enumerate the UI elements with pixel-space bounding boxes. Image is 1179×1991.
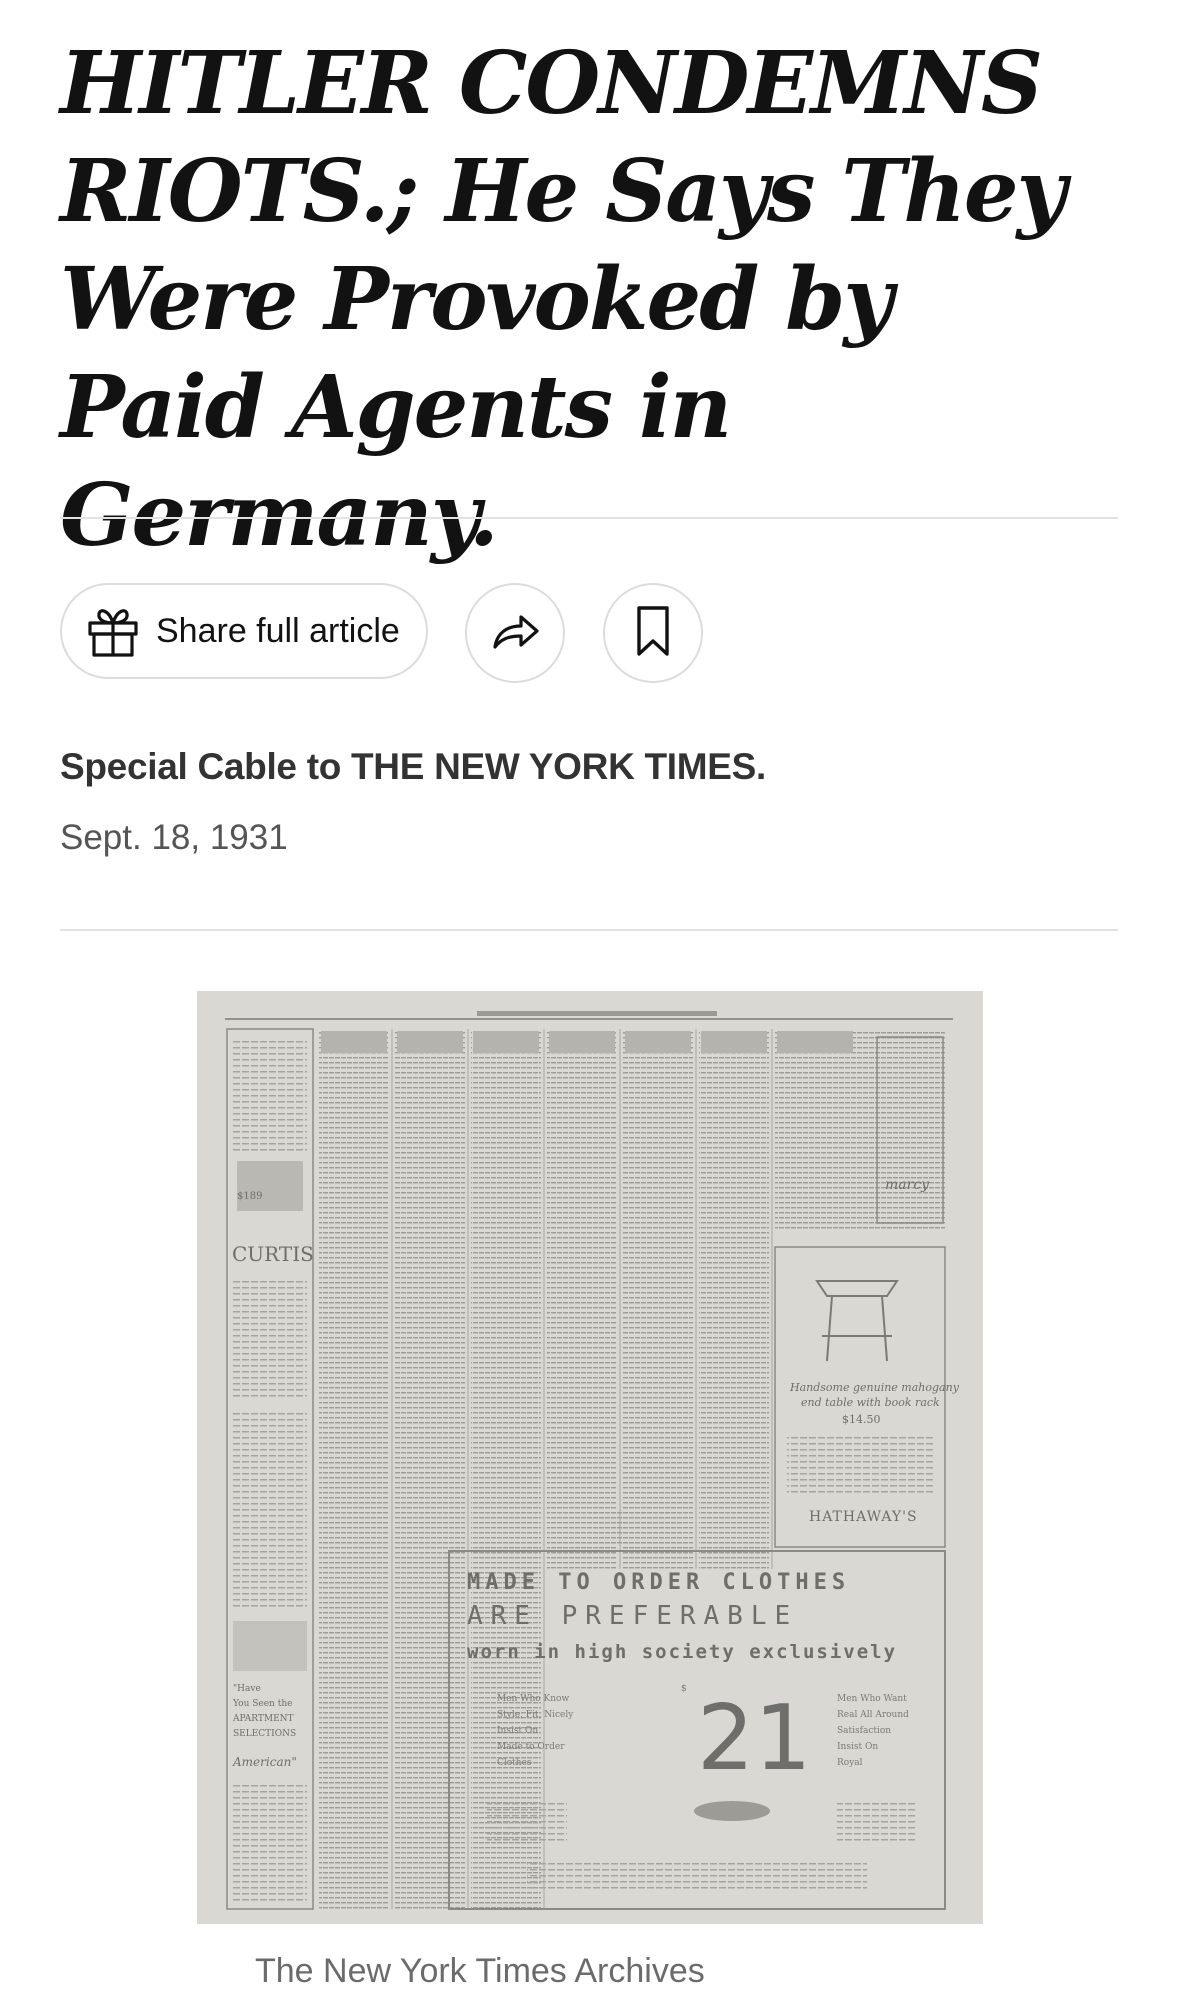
article-page: HITLER CONDEMNS RIOTS.; He Says They Wer… bbox=[0, 0, 1179, 1990]
clothes-ad-line-3: worn in high society exclusively bbox=[467, 1641, 897, 1663]
clothes-ad-left-2: Style, Fit, Nicely bbox=[497, 1710, 574, 1720]
article-headline: HITLER CONDEMNS RIOTS.; He Says They Wer… bbox=[60, 33, 1067, 566]
american-ad-line-3: APARTMENT bbox=[232, 1714, 294, 1724]
share-arrow-button[interactable] bbox=[465, 583, 565, 683]
article-date: Sept. 18, 1931 bbox=[60, 818, 288, 857]
american-ad-line-6: American" bbox=[232, 1755, 297, 1769]
american-ad-line-2: You Seen the bbox=[232, 1699, 292, 1709]
hathaway-ad-description: Handsome genuine mahogany bbox=[789, 1381, 960, 1394]
clothes-ad-left-5: Clothes bbox=[497, 1758, 532, 1768]
share-arrow-icon bbox=[487, 603, 543, 664]
hathaway-ad-description-2: end table with book rack bbox=[801, 1396, 940, 1409]
save-bookmark-button[interactable] bbox=[603, 583, 703, 683]
hathaway-ad-name: HATHAWAY'S bbox=[809, 1509, 918, 1525]
curtis-ad-price: $189 bbox=[237, 1191, 262, 1202]
american-ad-line-4: SELECTIONS bbox=[233, 1729, 296, 1739]
clothes-ad-left-3: Insist On bbox=[497, 1726, 538, 1736]
archive-page-scan[interactable]: CURTIS $189 "Have You Seen the APARTMENT… bbox=[197, 991, 983, 1924]
article-byline: Special Cable to THE NEW YORK TIMES. bbox=[60, 746, 767, 787]
clothes-ad-line-1: MADE TO ORDER CLOTHES bbox=[467, 1570, 850, 1595]
clothes-ad-left-4: Made to Order bbox=[497, 1742, 565, 1752]
clothes-ad-price: 21 bbox=[697, 1686, 812, 1791]
curtis-ad-name: CURTIS bbox=[232, 1242, 314, 1266]
header-divider bbox=[60, 517, 1118, 519]
clothes-ad-right-4: Insist On bbox=[837, 1742, 878, 1752]
gift-icon bbox=[84, 602, 142, 660]
american-ad-line-1: "Have bbox=[233, 1684, 261, 1694]
clothes-ad-currency: $ bbox=[681, 1684, 687, 1694]
clothes-ad-right-1: Men Who Want bbox=[837, 1694, 907, 1704]
clothes-ad-right-3: Satisfaction bbox=[837, 1726, 891, 1736]
scan-illustration: CURTIS $189 "Have You Seen the APARTMENT… bbox=[197, 991, 983, 1924]
bookmark-icon bbox=[629, 603, 677, 664]
clothes-ad-right-2: Real All Around bbox=[837, 1710, 909, 1720]
clothes-ad-line-2: ARE PREFERABLE bbox=[467, 1601, 798, 1631]
share-full-article-button[interactable]: Share full article bbox=[60, 583, 428, 679]
marcy-ad-name: marcy bbox=[885, 1177, 930, 1193]
meta-divider bbox=[60, 929, 1118, 931]
hathaway-ad-price: $14.50 bbox=[842, 1413, 881, 1426]
image-caption: The New York Times Archives bbox=[255, 1952, 705, 1990]
clothes-ad-left-1: Men Who Know bbox=[497, 1694, 569, 1704]
share-button-label: Share full article bbox=[156, 611, 400, 650]
clothes-ad-right-5: Royal bbox=[837, 1758, 863, 1768]
